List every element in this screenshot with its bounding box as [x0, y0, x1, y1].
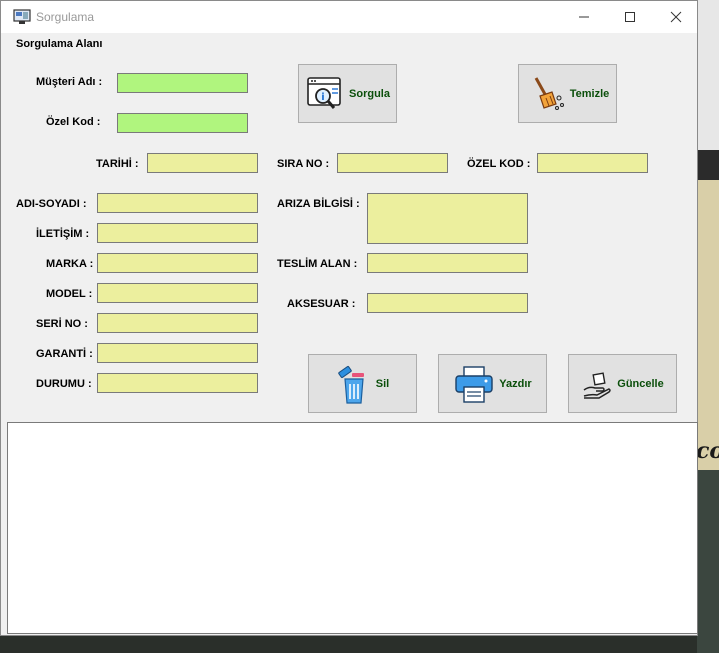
- minimize-button[interactable]: [561, 1, 607, 33]
- results-panel[interactable]: [7, 422, 698, 634]
- order-no-field[interactable]: [337, 153, 448, 173]
- date-field[interactable]: [147, 153, 258, 173]
- maximize-button[interactable]: [607, 1, 653, 33]
- brand-label: MARKA :: [46, 258, 94, 270]
- query-button-label: Sorgula: [349, 87, 390, 100]
- date-label: TARİHİ :: [96, 158, 139, 170]
- model-label: MODEL :: [46, 288, 93, 300]
- status-field[interactable]: [97, 373, 258, 393]
- close-icon: [670, 11, 682, 23]
- contact-field[interactable]: [97, 223, 258, 243]
- broom-icon: [534, 76, 564, 110]
- section-title: Sorgulama Alanı: [16, 38, 103, 50]
- special-code-label: ÖZEL KOD :: [467, 158, 531, 170]
- serial-label: SERİ NO :: [36, 318, 88, 330]
- name-label: ADI-SOYADI :: [16, 198, 87, 210]
- delete-button-label: Sil: [375, 377, 390, 390]
- minimize-icon: [579, 16, 589, 18]
- printer-icon: [455, 365, 493, 403]
- status-label: DURUMU :: [36, 378, 92, 390]
- window-title: Sorgulama: [36, 10, 95, 24]
- accessory-field[interactable]: [367, 293, 528, 313]
- print-button-label: Yazdır: [499, 377, 532, 390]
- desktop-strip: [697, 470, 719, 653]
- name-field[interactable]: [97, 193, 258, 213]
- background-text: co: [696, 438, 719, 464]
- special-code-field[interactable]: [537, 153, 648, 173]
- warranty-field[interactable]: [97, 343, 258, 363]
- receiver-field[interactable]: [367, 253, 528, 273]
- order-no-label: SIRA NO :: [277, 158, 330, 170]
- query-button[interactable]: i Sorgula: [298, 64, 397, 123]
- search-document-icon: i: [307, 76, 341, 109]
- special-code-input[interactable]: [117, 113, 248, 133]
- trash-icon: [338, 365, 364, 404]
- title-bar: Sorgulama: [1, 1, 697, 33]
- hand-box-icon: [583, 371, 612, 399]
- close-button[interactable]: [653, 1, 699, 33]
- app-window-icon: [13, 9, 31, 24]
- print-button[interactable]: Yazdır: [438, 354, 547, 413]
- clear-button-label: Temizle: [569, 87, 610, 100]
- update-button[interactable]: Güncelle: [568, 354, 677, 413]
- clear-button[interactable]: Temizle: [518, 64, 617, 123]
- brand-field[interactable]: [97, 253, 258, 273]
- customer-name-input[interactable]: [117, 73, 248, 93]
- desktop-strip: [697, 150, 719, 180]
- update-button-label: Güncelle: [617, 377, 664, 390]
- contact-label: İLETİŞİM :: [36, 228, 90, 240]
- serial-field[interactable]: [97, 313, 258, 333]
- fault-label: ARIZA BİLGİSİ :: [277, 198, 360, 210]
- model-field[interactable]: [97, 283, 258, 303]
- delete-button[interactable]: Sil: [308, 354, 417, 413]
- receiver-label: TESLİM ALAN :: [277, 258, 358, 270]
- warranty-label: GARANTİ :: [36, 348, 93, 360]
- accessory-label: AKSESUAR :: [287, 298, 356, 310]
- code-label: Özel Kod :: [46, 116, 101, 128]
- svg-text:i: i: [321, 92, 324, 103]
- fault-field[interactable]: [367, 193, 528, 244]
- sorgulama-window: Sorgulama Sorgulama Alanı Müşteri Adı : …: [0, 0, 698, 636]
- maximize-icon: [625, 12, 635, 22]
- customer-label: Müşteri Adı :: [36, 76, 103, 88]
